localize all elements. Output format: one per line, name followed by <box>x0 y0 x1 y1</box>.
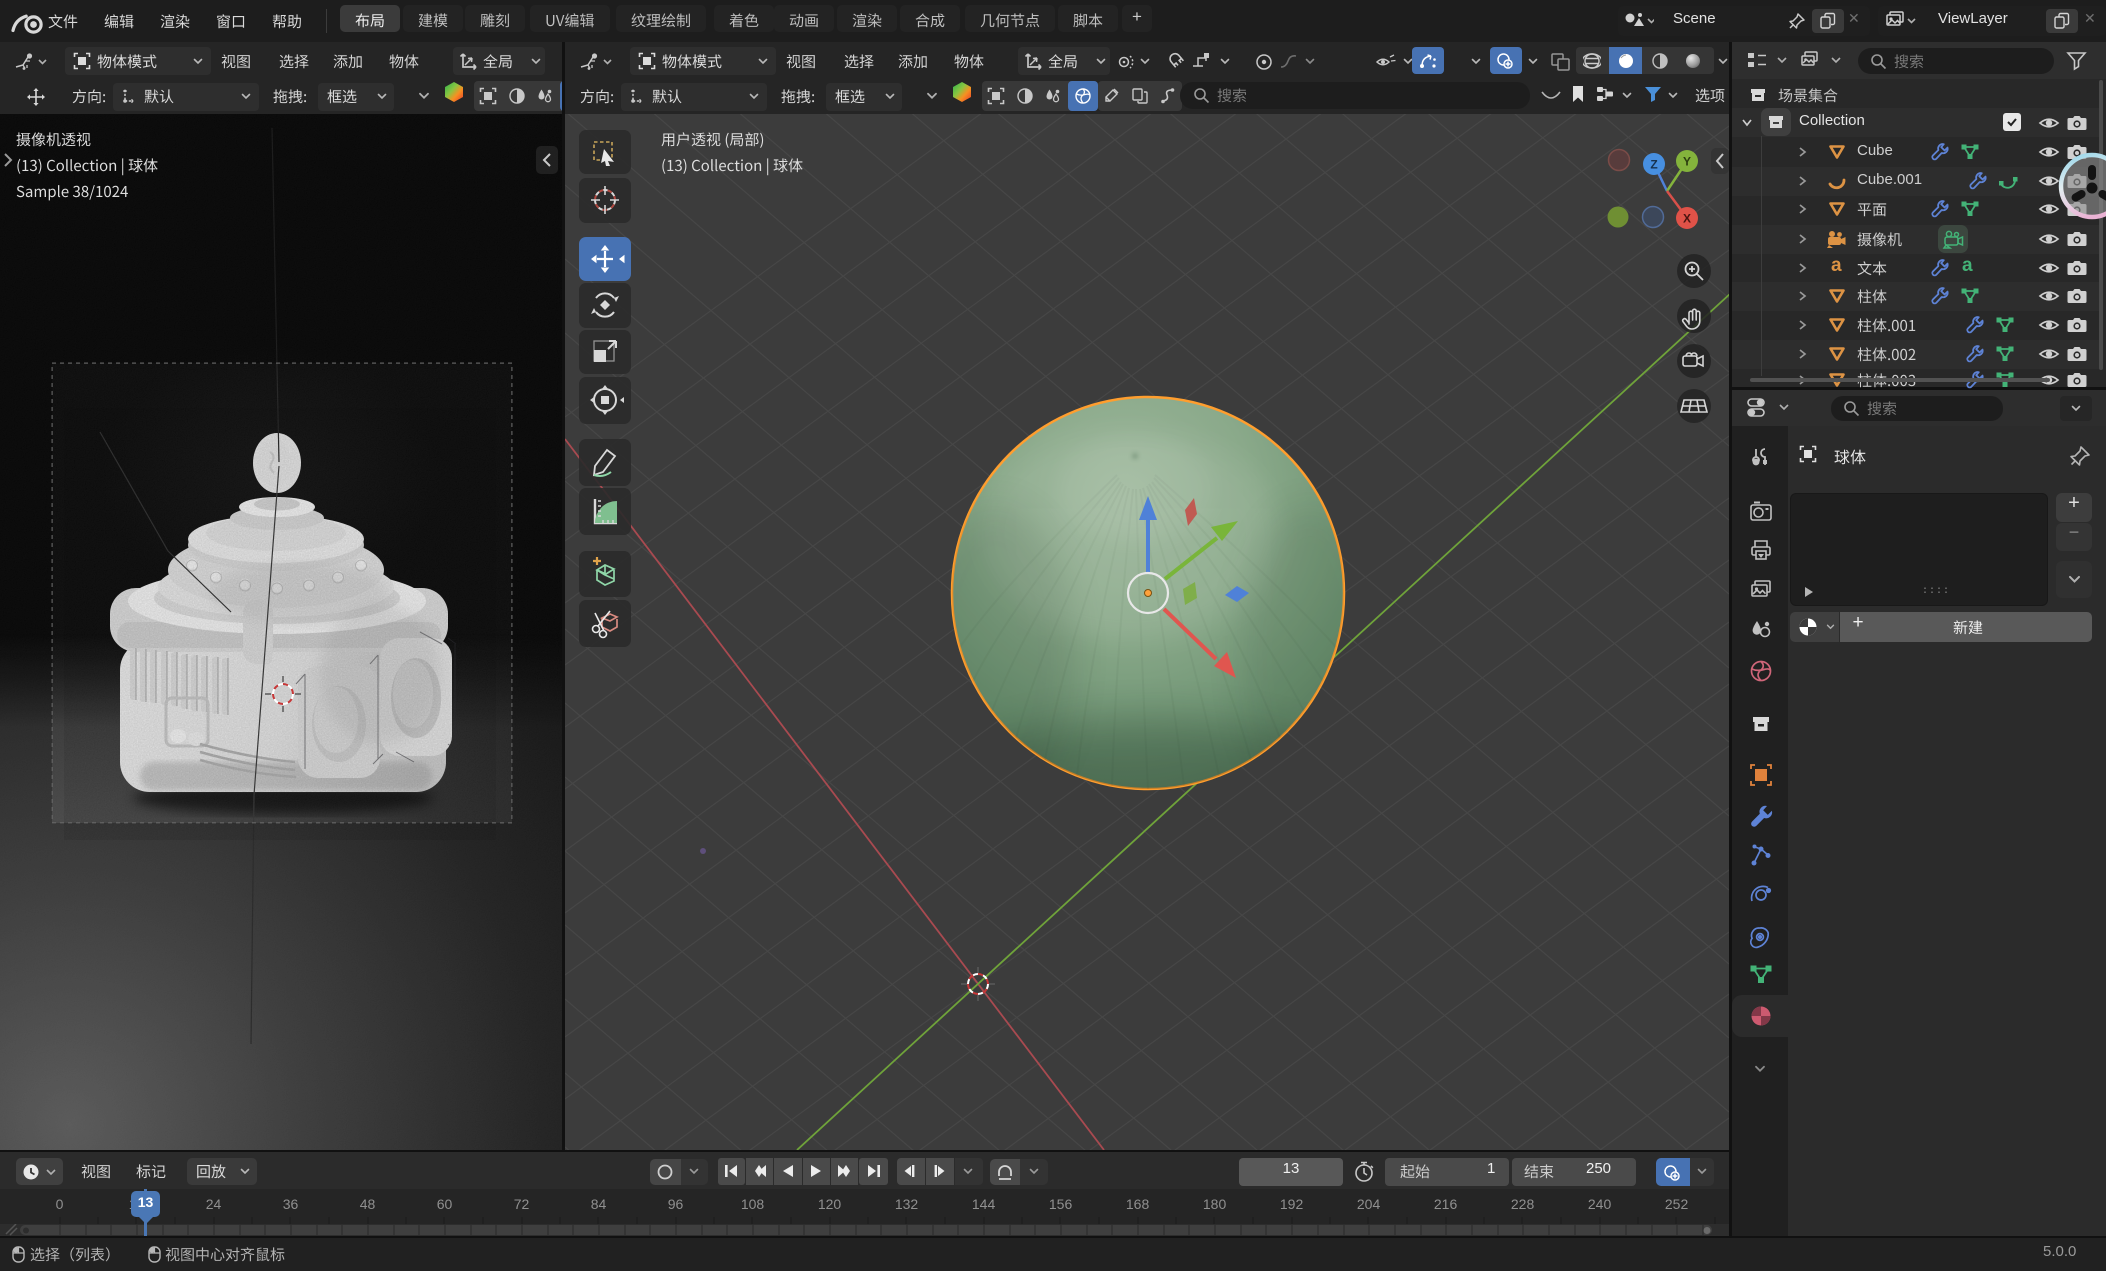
svg-text:X: X <box>1683 212 1691 226</box>
svg-text:Z: Z <box>1650 158 1657 172</box>
svg-text:Y: Y <box>1683 155 1691 169</box>
